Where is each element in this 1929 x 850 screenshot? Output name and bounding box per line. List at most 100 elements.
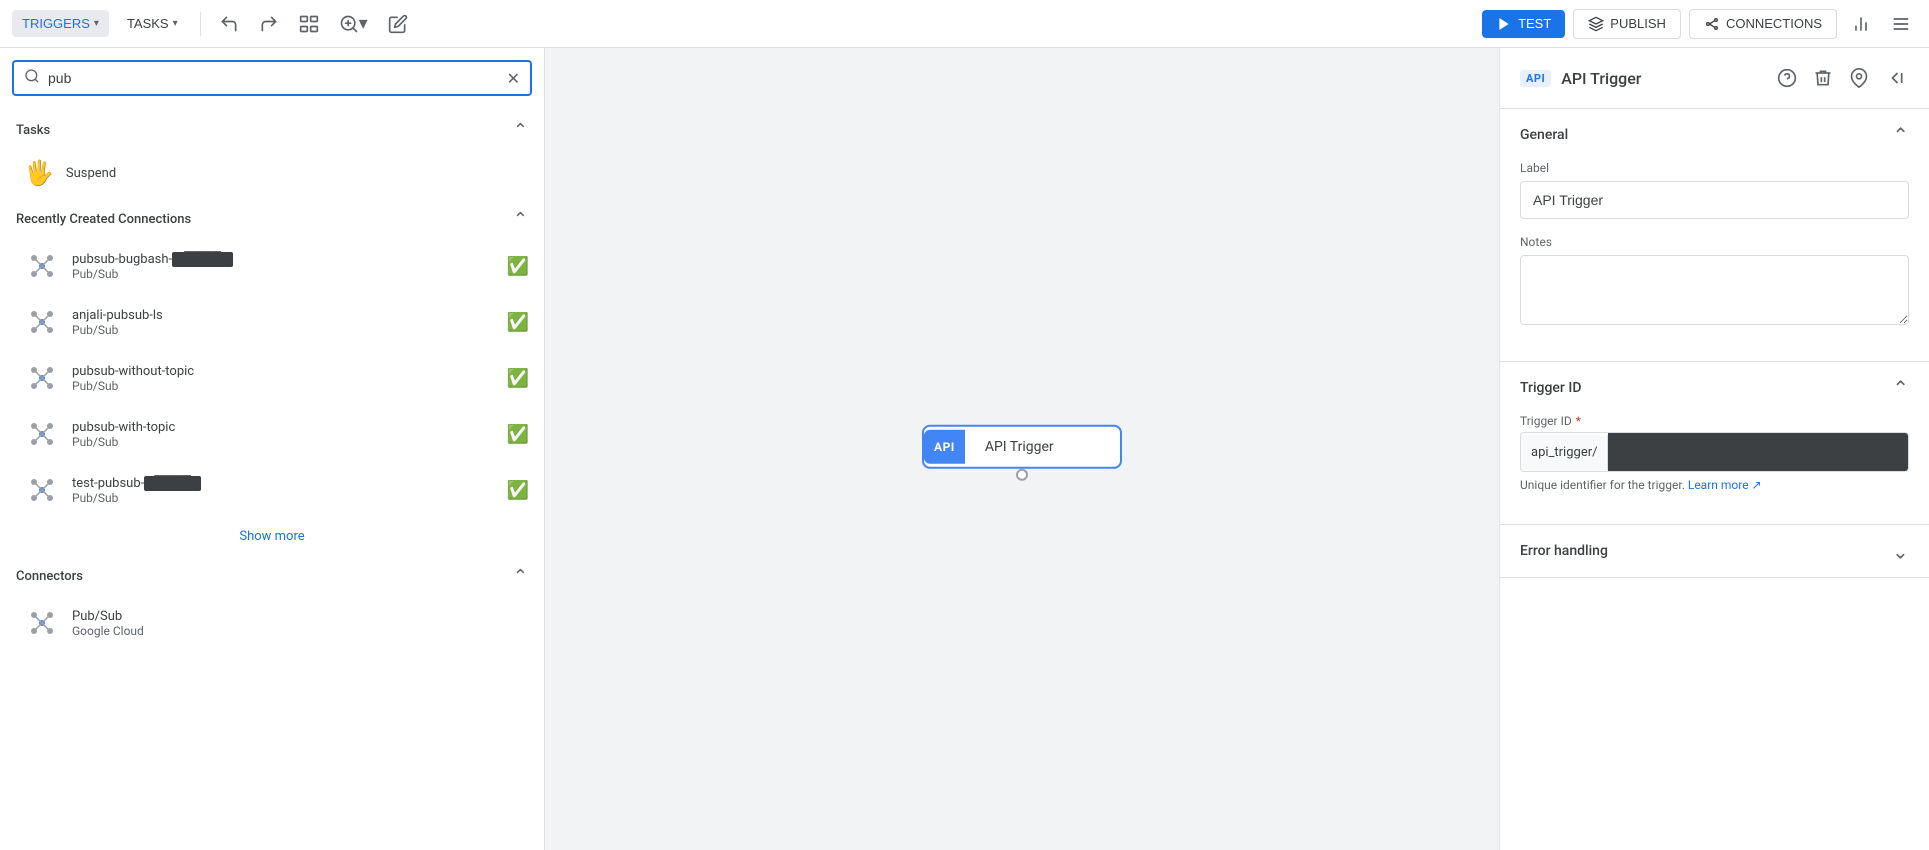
help-button[interactable] (1773, 64, 1801, 92)
panel-actions (1773, 64, 1909, 92)
notes-textarea[interactable] (1520, 255, 1909, 325)
search-icon (24, 68, 40, 88)
connector-info-0: Pub/Sub Google Cloud (72, 609, 528, 638)
redo-button[interactable] (253, 8, 285, 40)
pubsub-icon-2 (24, 360, 60, 396)
main-content: ✕ Tasks ⌃ 🖐 Suspend Recently Created Con… (0, 48, 1929, 850)
zoom-icon (339, 14, 359, 34)
pin-icon (1849, 68, 1869, 88)
tasks-section-chevron-icon: ⌃ (513, 120, 528, 141)
list-item[interactable]: pubsub-bugbash-████ Pub/Sub ✅ (0, 238, 544, 294)
test-button[interactable]: TEST (1482, 10, 1565, 38)
fit-to-screen-button[interactable] (293, 8, 325, 40)
connector-pubsub-icon (24, 605, 60, 641)
left-panel: ✕ Tasks ⌃ 🖐 Suspend Recently Created Con… (0, 48, 545, 850)
error-handling-title: Error handling (1520, 543, 1608, 559)
trigger-id-required-marker: * (1576, 414, 1581, 428)
recently-created-section-header[interactable]: Recently Created Connections ⌃ (0, 197, 544, 238)
triggers-chevron-icon: ▾ (94, 18, 99, 29)
connected-check-icon-4: ✅ (507, 480, 529, 501)
tasks-chevron-icon: ▾ (173, 18, 178, 29)
connections-button[interactable]: CONNECTIONS (1689, 9, 1837, 39)
search-input[interactable] (48, 70, 499, 86)
learn-more-link[interactable]: Learn more ↗ (1688, 478, 1762, 492)
connector-name-0: Pub/Sub (72, 609, 528, 624)
trigger-id-prefix: api_trigger/ (1521, 435, 1608, 470)
item-name-1: anjali-pubsub-ls (72, 308, 496, 323)
trigger-id-input-row: api_trigger/ (1520, 432, 1909, 472)
trigger-id-section-header[interactable]: Trigger ID ⌃ (1500, 362, 1929, 414)
search-clear-icon[interactable]: ✕ (507, 69, 520, 88)
more-options-button[interactable] (1885, 8, 1917, 40)
node-label: API Trigger (965, 427, 1074, 467)
tasks-button[interactable]: TASKS ▾ (117, 10, 188, 37)
connector-item-0[interactable]: Pub/Sub Google Cloud (0, 595, 544, 651)
edit-button[interactable] (382, 8, 414, 40)
item-type-3: Pub/Sub (72, 435, 496, 449)
delete-icon (1813, 68, 1833, 88)
item-type-4: Pub/Sub (72, 491, 496, 505)
undo-button[interactable] (213, 8, 245, 40)
pin-button[interactable] (1845, 64, 1873, 92)
undo-icon (219, 14, 239, 34)
node-connector (1016, 469, 1028, 481)
publish-button[interactable]: PUBLISH (1573, 9, 1681, 39)
item-name-4: test-pubsub-████ (72, 475, 496, 491)
general-section-header[interactable]: General ⌃ (1500, 109, 1929, 161)
api-trigger-node[interactable]: API API Trigger (922, 425, 1122, 469)
suspend-item[interactable]: 🖐 Suspend (0, 149, 544, 197)
pubsub-icon-1 (24, 304, 60, 340)
publish-icon (1588, 16, 1604, 32)
connections-label: CONNECTIONS (1726, 16, 1822, 31)
item-status-0: ✅ (508, 256, 528, 276)
collapse-panel-button[interactable] (1881, 64, 1909, 92)
list-item[interactable]: pubsub-with-topic Pub/Sub ✅ (0, 406, 544, 462)
search-container: ✕ (0, 48, 544, 108)
item-info-4: test-pubsub-████ Pub/Sub (72, 475, 496, 505)
list-item[interactable]: pubsub-without-topic Pub/Sub ✅ (0, 350, 544, 406)
list-item[interactable]: test-pubsub-████ Pub/Sub ✅ (0, 462, 544, 518)
trigger-id-title: Trigger ID (1520, 380, 1581, 396)
connected-check-icon-1: ✅ (507, 312, 529, 333)
label-form-group: Label (1520, 161, 1909, 219)
connected-check-icon-0: ✅ (507, 256, 529, 277)
list-item[interactable]: anjali-pubsub-ls Pub/Sub ✅ (0, 294, 544, 350)
analytics-icon (1851, 14, 1871, 34)
connected-check-icon-3: ✅ (507, 424, 529, 445)
triggers-button[interactable]: TRIGGERS ▾ (12, 10, 109, 37)
connectors-section-header[interactable]: Connectors ⌃ (0, 554, 544, 595)
pubsub-icon-4 (24, 472, 60, 508)
item-status-2: ✅ (508, 368, 528, 388)
show-more-link[interactable]: Show more (239, 529, 304, 544)
error-handling-section: Error handling ⌃ (1500, 525, 1929, 578)
error-handling-section-header[interactable]: Error handling ⌃ (1500, 525, 1929, 577)
tasks-section-header[interactable]: Tasks ⌃ (0, 108, 544, 149)
connected-check-icon-2: ✅ (507, 368, 529, 389)
item-status-4: ✅ (508, 480, 528, 500)
pubsub-icon-3 (24, 416, 60, 452)
item-info-2: pubsub-without-topic Pub/Sub (72, 364, 496, 393)
analytics-button[interactable] (1845, 8, 1877, 40)
search-box: ✕ (12, 60, 532, 96)
toolbar-right: TEST PUBLISH CONNECTIONS (1482, 8, 1917, 40)
fit-to-screen-icon (299, 14, 319, 34)
redo-icon (259, 14, 279, 34)
edit-icon (388, 14, 408, 34)
tasks-section-title: Tasks (16, 123, 50, 138)
zoom-button[interactable]: ▾ (333, 7, 374, 40)
general-chevron-icon: ⌃ (1892, 123, 1909, 147)
label-field-label: Label (1520, 161, 1909, 175)
pubsub-icon-0 (24, 248, 60, 284)
general-section: General ⌃ Label Notes (1500, 109, 1929, 362)
delete-button[interactable] (1809, 64, 1837, 92)
item-type-1: Pub/Sub (72, 323, 496, 337)
node-badge: API (924, 430, 965, 464)
label-input[interactable] (1520, 181, 1909, 219)
item-status-1: ✅ (508, 312, 528, 332)
notes-field-label: Notes (1520, 235, 1909, 249)
notes-form-group: Notes (1520, 235, 1909, 329)
general-section-content: Label Notes (1500, 161, 1929, 361)
api-trigger-badge: API (1520, 70, 1551, 87)
item-type-2: Pub/Sub (72, 379, 496, 393)
trigger-id-content: Trigger ID * api_trigger/ Unique identif… (1500, 414, 1929, 524)
